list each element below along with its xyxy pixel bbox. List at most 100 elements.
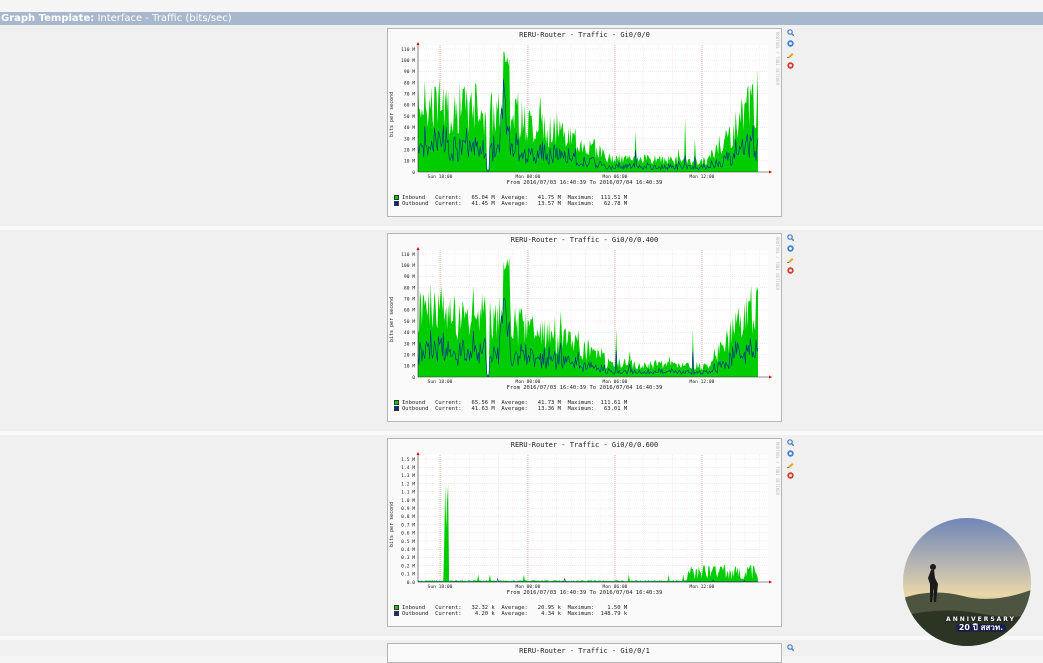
- y-tick-label: 80 M: [404, 285, 415, 291]
- y-tick-label: 0.8 M: [401, 514, 415, 520]
- y-tick-label: 20 M: [404, 352, 415, 358]
- realtime-icon[interactable]: [787, 472, 794, 479]
- x-tick-label: Mon 12:00: [690, 174, 715, 179]
- x-tick-label: Sun 18:00: [428, 379, 453, 384]
- y-tick-label: 70 M: [404, 92, 415, 98]
- legend-swatch: [394, 406, 399, 411]
- graph-row: RERU-Router - Traffic - Gi0/0/0.600 bits …: [0, 435, 1043, 636]
- csv-export-icon[interactable]: [787, 245, 794, 252]
- graph-row: RERU-Router - Traffic - Gi0/0/0.400 bits …: [0, 230, 1043, 431]
- csv-export-icon[interactable]: [787, 450, 794, 457]
- graph-period: From 2016/07/03 16:40:39 To 2016/07/04 1…: [506, 180, 663, 186]
- graph-template-value: Interface - Traffic (bits/sec): [97, 13, 232, 24]
- y-tick-label: 1.0 M: [401, 498, 415, 504]
- zoom-icon[interactable]: [787, 439, 794, 446]
- y-tick-label: 1.3 M: [401, 473, 415, 479]
- x-tick-label: Mon 12:00: [690, 379, 715, 384]
- zoom-icon[interactable]: [787, 234, 794, 241]
- x-tick-label: Sun 18:00: [428, 584, 453, 589]
- y-tick-label: 100 M: [401, 58, 415, 64]
- y-tick-label: 90 M: [404, 69, 415, 75]
- y-tick-label: 1.1 M: [401, 490, 415, 496]
- y-tick-label: 70 M: [404, 297, 415, 303]
- csv-export-icon[interactable]: [787, 40, 794, 47]
- y-tick-label: 0: [412, 375, 415, 381]
- row-separator: [0, 431, 1043, 435]
- traffic-graph[interactable]: RERU-Router - Traffic - Gi0/0/1: [387, 643, 782, 663]
- realtime-icon[interactable]: [787, 267, 794, 274]
- zoom-icon[interactable]: [787, 29, 794, 36]
- y-tick-label: 0.3 M: [401, 555, 415, 561]
- traffic-graph[interactable]: RERU-Router - Traffic - Gi0/0/0.400 bits …: [387, 233, 782, 422]
- y-tick-label: 0.4 M: [401, 547, 415, 553]
- legend-swatch: [394, 611, 399, 616]
- x-tick-label: Mon 00:00: [516, 174, 541, 179]
- y-tick-label: 30 M: [404, 136, 415, 142]
- x-tick-label: Mon 06:00: [603, 379, 628, 384]
- y-tick-label: 110 M: [401, 252, 415, 258]
- graph-actions: [787, 29, 795, 73]
- graph-row: RERU-Router - Traffic - Gi0/0/1: [0, 640, 1043, 663]
- y-tick-label: 60 M: [404, 308, 415, 314]
- legend-text: Outbound Current: 4.20 k Average: 4.34 k…: [402, 611, 628, 617]
- legend-text: Outbound Current: 41.45 M Average: 13.57…: [402, 201, 628, 207]
- graph-actions: [787, 644, 795, 655]
- legend-outbound: Outbound Current: 41.45 M Average: 13.57…: [394, 201, 627, 207]
- x-tick-label: Mon 06:00: [603, 174, 628, 179]
- edit-icon[interactable]: [787, 461, 794, 468]
- realtime-icon[interactable]: [787, 62, 794, 69]
- zoom-icon[interactable]: [787, 644, 794, 651]
- legend-swatch: [394, 195, 399, 200]
- row-separator: [0, 636, 1043, 640]
- graph-period: From 2016/07/03 16:40:39 To 2016/07/04 1…: [506, 590, 663, 596]
- traffic-plot: 110 M 100 M 90 M 80 M 70 M 60 M 50 M 40 M 30 M 20…: [401, 42, 772, 179]
- y-tick-label: 40 M: [404, 125, 415, 131]
- graph-title: RERU-Router - Traffic - Gi0/0/1: [519, 647, 650, 655]
- graph-actions: [787, 439, 795, 483]
- y-tick-label: 0.6 M: [401, 531, 415, 537]
- y-tick-label: 0.0: [407, 580, 416, 586]
- y-tick-label: 20 M: [404, 147, 415, 153]
- y-tick-label: 80 M: [404, 80, 415, 86]
- row-separator: [0, 226, 1043, 230]
- graph-row: RERU-Router - Traffic - Gi0/0/0 bits per …: [0, 25, 1043, 226]
- edit-icon[interactable]: [787, 256, 794, 263]
- y-tick-label: 0.5 M: [401, 539, 415, 545]
- y-tick-label: 0.9 M: [401, 506, 415, 512]
- y-tick-label: 60 M: [404, 103, 415, 109]
- edit-icon[interactable]: [787, 51, 794, 58]
- traffic-graph[interactable]: RERU-Router - Traffic - Gi0/0/0.600 bits …: [387, 438, 782, 627]
- anniversary-logo-text: 20 ปี สสวท.: [955, 624, 1007, 632]
- legend-swatch: [394, 201, 399, 206]
- legend-text: Outbound Current: 41.63 M Average: 13.36…: [402, 406, 628, 412]
- x-tick-label: Sun 18:00: [428, 174, 453, 179]
- traffic-graph[interactable]: RERU-Router - Traffic - Gi0/0/0 bits per …: [387, 28, 782, 217]
- graph-template-header: Graph Template: Interface - Traffic (bit…: [0, 12, 1043, 25]
- y-tick-label: 10 M: [404, 364, 415, 370]
- y-tick-label: 110 M: [401, 47, 415, 53]
- anniversary-badge: ANNIVERSARY 20 ปี สสวท.: [936, 616, 1026, 646]
- legend-swatch: [394, 400, 399, 405]
- y-tick-label: 0.2 M: [401, 563, 415, 569]
- traffic-plot: 110 M 100 M 90 M 80 M 70 M 60 M 50 M 40 M 30 M 20…: [401, 247, 772, 384]
- legend-swatch: [394, 605, 399, 610]
- graph-template-label: Graph Template:: [1, 13, 95, 24]
- y-tick-label: 90 M: [404, 274, 415, 280]
- y-tick-label: 40 M: [404, 330, 415, 336]
- legend-outbound: Outbound Current: 41.63 M Average: 13.36…: [394, 406, 627, 412]
- y-tick-label: 0: [412, 170, 415, 176]
- y-tick-label: 50 M: [404, 319, 415, 325]
- y-tick-label: 50 M: [404, 114, 415, 120]
- x-tick-label: Mon 00:00: [516, 379, 541, 384]
- y-tick-label: 1.5 M: [401, 457, 415, 463]
- y-tick-label: 10 M: [404, 159, 415, 165]
- graph-period: From 2016/07/03 16:40:39 To 2016/07/04 1…: [506, 385, 663, 391]
- y-tick-label: 0.1 M: [401, 572, 415, 578]
- y-tick-label: 100 M: [401, 263, 415, 269]
- y-tick-label: 0.7 M: [401, 522, 415, 528]
- x-tick-label: Mon 00:00: [516, 584, 541, 589]
- graph-actions: [787, 234, 795, 278]
- x-tick-label: Mon 12:00: [690, 584, 715, 589]
- y-tick-label: 30 M: [404, 341, 415, 347]
- y-tick-label: 1.4 M: [401, 465, 415, 471]
